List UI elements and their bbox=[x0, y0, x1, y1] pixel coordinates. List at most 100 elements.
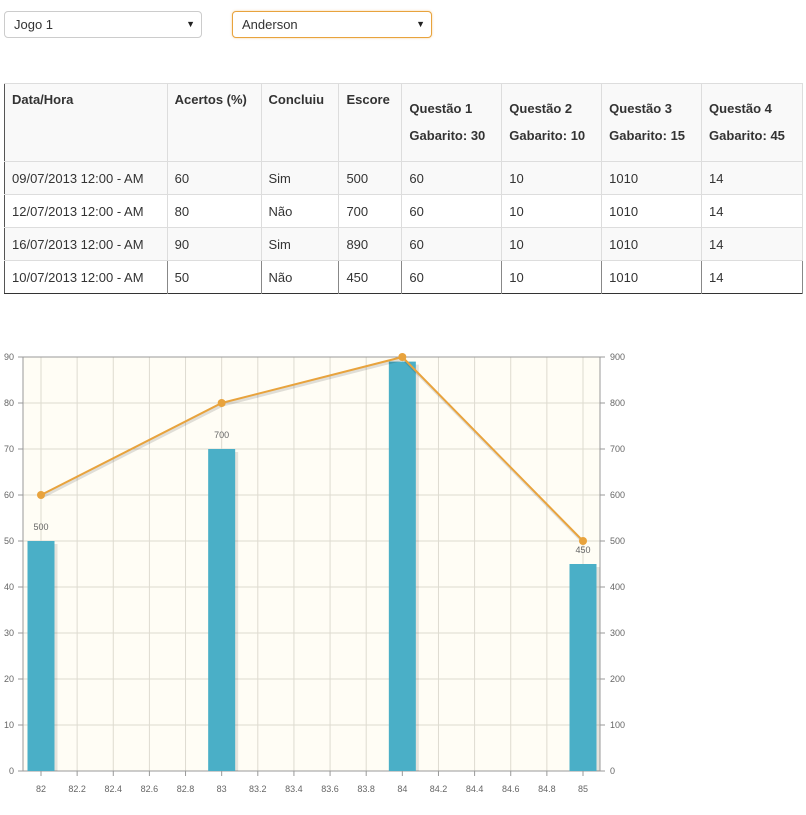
table-row: 16/07/2013 12:00 - AM 90 Sim 890 60 10 1… bbox=[4, 227, 803, 261]
cell-question-4: 14 bbox=[701, 260, 803, 294]
cell-completed: Não bbox=[261, 194, 340, 228]
bar-value-label: 500 bbox=[33, 522, 48, 532]
y-tick-label-right: 900 bbox=[610, 352, 625, 362]
bar bbox=[208, 449, 236, 771]
x-tick-label: 83.2 bbox=[249, 784, 267, 794]
game-select[interactable]: Jogo 1 ▼ bbox=[4, 11, 202, 38]
cell-question-4: 14 bbox=[701, 161, 803, 195]
cell-hits: 90 bbox=[167, 227, 262, 261]
cell-question-1: 60 bbox=[401, 227, 503, 261]
y-tick-label-right: 100 bbox=[610, 720, 625, 730]
y-tick-label-left: 60 bbox=[4, 490, 14, 500]
x-tick-label: 82.8 bbox=[177, 784, 195, 794]
header-question-1: Questão 1 Gabarito: 30 bbox=[401, 83, 503, 162]
cell-hits: 80 bbox=[167, 194, 262, 228]
y-tick-label-left: 80 bbox=[4, 398, 14, 408]
player-select-value: Anderson bbox=[242, 17, 298, 32]
table-row: 12/07/2013 12:00 - AM 80 Não 700 60 10 1… bbox=[4, 194, 803, 228]
cell-completed: Sim bbox=[261, 227, 340, 261]
cell-question-4: 14 bbox=[701, 194, 803, 228]
cell-hits: 60 bbox=[167, 161, 262, 195]
cell-question-2: 10 bbox=[501, 161, 603, 195]
x-tick-label: 82.4 bbox=[105, 784, 123, 794]
player-select[interactable]: Anderson ▼ bbox=[232, 11, 432, 38]
cell-hits: 50 bbox=[167, 260, 262, 294]
y-tick-label-right: 700 bbox=[610, 444, 625, 454]
cell-question-1: 60 bbox=[401, 194, 503, 228]
cell-question-4: 14 bbox=[701, 227, 803, 261]
header-datetime: Data/Hora bbox=[4, 83, 168, 162]
cell-question-2: 10 bbox=[501, 227, 603, 261]
x-tick-label: 82.6 bbox=[141, 784, 159, 794]
cell-question-1: 60 bbox=[401, 260, 503, 294]
question-answer-key: Gabarito: 45 bbox=[709, 128, 785, 143]
x-tick-label: 82.2 bbox=[68, 784, 86, 794]
cell-datetime: 16/07/2013 12:00 - AM bbox=[4, 227, 168, 261]
cell-score: 700 bbox=[338, 194, 403, 228]
line-point bbox=[217, 399, 226, 407]
line-point bbox=[398, 353, 407, 361]
chevron-down-icon: ▼ bbox=[186, 19, 195, 29]
cell-question-3: 1010 bbox=[601, 227, 703, 261]
y-tick-label-right: 200 bbox=[610, 674, 625, 684]
cell-question-2: 10 bbox=[501, 260, 603, 294]
x-tick-label: 85 bbox=[578, 784, 588, 794]
header-question-2: Questão 2 Gabarito: 10 bbox=[501, 83, 603, 162]
bar-value-label: 700 bbox=[214, 430, 229, 440]
x-tick-label: 82 bbox=[36, 784, 46, 794]
x-tick-label: 83.4 bbox=[285, 784, 303, 794]
y-tick-label-right: 500 bbox=[610, 536, 625, 546]
x-tick-label: 84.2 bbox=[430, 784, 448, 794]
plot-background bbox=[23, 357, 600, 771]
results-table: Data/Hora Acertos (%) Concluiu Escore Qu… bbox=[4, 83, 803, 294]
cell-completed: Não bbox=[261, 260, 340, 294]
header-hits: Acertos (%) bbox=[167, 83, 262, 162]
header-completed: Concluiu bbox=[261, 83, 340, 162]
question-answer-key: Gabarito: 10 bbox=[509, 128, 586, 143]
y-tick-label-left: 10 bbox=[4, 720, 14, 730]
y-tick-label-right: 800 bbox=[610, 398, 625, 408]
header-score: Escore bbox=[338, 83, 403, 162]
cell-question-3: 1010 bbox=[601, 161, 703, 195]
cell-question-3: 1010 bbox=[601, 194, 703, 228]
y-tick-label-left: 40 bbox=[4, 582, 14, 592]
cell-completed: Sim bbox=[261, 161, 340, 195]
game-select-value: Jogo 1 bbox=[14, 17, 54, 32]
x-tick-label: 84.4 bbox=[466, 784, 484, 794]
y-tick-label-left: 0 bbox=[9, 766, 14, 776]
cell-question-3: 1010 bbox=[601, 260, 703, 294]
y-tick-label-left: 30 bbox=[4, 628, 14, 638]
question-title: Questão 4 bbox=[709, 101, 772, 116]
question-title: Questão 1 bbox=[409, 101, 473, 116]
y-tick-label-left: 90 bbox=[4, 352, 14, 362]
line-point bbox=[37, 491, 45, 499]
y-tick-label-right: 300 bbox=[610, 628, 625, 638]
y-tick-label-right: 600 bbox=[610, 490, 625, 500]
x-tick-label: 83.8 bbox=[357, 784, 375, 794]
x-tick-label: 83.6 bbox=[321, 784, 339, 794]
cell-score: 450 bbox=[338, 260, 403, 294]
cell-question-1: 60 bbox=[401, 161, 503, 195]
question-title: Questão 2 bbox=[509, 101, 573, 116]
header-question-3: Questão 3 Gabarito: 15 bbox=[601, 83, 703, 162]
line-point bbox=[579, 537, 587, 545]
bar bbox=[569, 564, 597, 771]
question-title: Questão 3 bbox=[609, 101, 673, 116]
x-tick-label: 84 bbox=[397, 784, 407, 794]
x-tick-label: 83 bbox=[217, 784, 227, 794]
table-row: 09/07/2013 12:00 - AM 60 Sim 500 60 10 1… bbox=[4, 161, 803, 195]
bar bbox=[27, 541, 55, 771]
y-tick-label-right: 400 bbox=[610, 582, 625, 592]
chevron-down-icon: ▼ bbox=[416, 19, 425, 29]
table-header-row: Data/Hora Acertos (%) Concluiu Escore Qu… bbox=[4, 83, 803, 162]
cell-score: 500 bbox=[338, 161, 403, 195]
y-tick-label-left: 70 bbox=[4, 444, 14, 454]
cell-datetime: 12/07/2013 12:00 - AM bbox=[4, 194, 168, 228]
bar bbox=[388, 361, 416, 771]
score-chart: 0 10 20 30 40 50 60 70 80 900 100 200 300 400 500 600 70… bbox=[4, 352, 625, 794]
y-tick-label-left: 20 bbox=[4, 674, 14, 684]
cell-datetime: 10/07/2013 12:00 - AM bbox=[4, 260, 168, 294]
y-tick-label-left: 50 bbox=[4, 536, 14, 546]
header-question-4: Questão 4 Gabarito: 45 bbox=[701, 83, 803, 162]
question-answer-key: Gabarito: 30 bbox=[409, 128, 486, 143]
